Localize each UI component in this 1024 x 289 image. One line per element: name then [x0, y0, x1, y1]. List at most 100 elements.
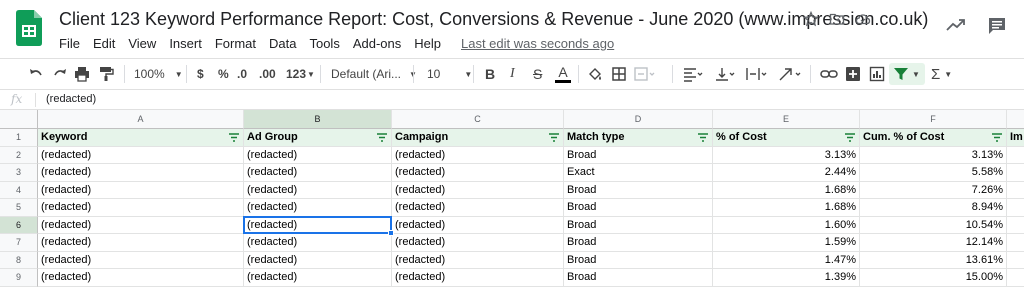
cell-pct-of-cost[interactable]: 1.39% — [713, 269, 860, 287]
cell-ad-group[interactable]: (redacted) — [244, 146, 392, 164]
column-header-a[interactable]: A — [38, 110, 244, 129]
text-rotation-icon[interactable] — [778, 66, 804, 82]
cell-ad-group[interactable]: (redacted) — [244, 164, 392, 182]
activity-trend-icon[interactable] — [946, 18, 966, 32]
functions-button[interactable]: Σ ▼ — [931, 66, 952, 83]
filter-button[interactable]: ▼ — [889, 63, 925, 85]
menu-view[interactable]: View — [128, 36, 162, 51]
column-header-d[interactable]: D — [564, 110, 713, 129]
filter-icon[interactable] — [698, 133, 708, 142]
row-header[interactable]: 6 — [0, 216, 38, 234]
cell-pct-of-cost[interactable]: 1.59% — [713, 234, 860, 252]
cell-match-type[interactable]: Broad — [564, 199, 713, 217]
cell-keyword[interactable]: (redacted) — [38, 146, 244, 164]
filter-icon[interactable] — [992, 133, 1002, 142]
borders-icon[interactable] — [611, 66, 627, 82]
cell-match-type[interactable]: Broad — [564, 251, 713, 269]
paint-format-icon[interactable] — [98, 66, 114, 82]
move-to-folder-icon[interactable] — [829, 11, 845, 27]
filter-icon[interactable] — [377, 133, 387, 142]
currency-format-button[interactable]: $ — [197, 66, 204, 82]
star-icon[interactable] — [803, 11, 819, 27]
row-header[interactable]: 5 — [0, 199, 38, 217]
cell-keyword[interactable]: (redacted) — [38, 199, 244, 217]
italic-button[interactable]: I — [510, 66, 515, 82]
cell-ad-group[interactable]: (redacted) — [244, 216, 392, 234]
cell-keyword[interactable]: (redacted) — [38, 164, 244, 182]
sheets-logo-icon[interactable] — [16, 10, 42, 46]
column-header-e[interactable]: E — [713, 110, 860, 129]
filter-icon[interactable] — [549, 133, 559, 142]
font-family-select[interactable]: Default (Ari...▼ — [331, 66, 417, 82]
increase-decimal-button[interactable]: .00 — [259, 66, 276, 82]
cell-campaign[interactable]: (redacted) — [392, 251, 564, 269]
text-color-button[interactable]: A — [555, 64, 571, 84]
font-size-select[interactable]: 10 ▼ — [427, 66, 472, 82]
menu-add-ons[interactable]: Add-ons — [353, 36, 407, 51]
header-cell-match-type[interactable]: Match type — [564, 129, 713, 147]
filter-icon[interactable] — [845, 133, 855, 142]
insert-chart-icon[interactable] — [869, 66, 885, 82]
cell-match-type[interactable]: Broad — [564, 181, 713, 199]
cell-overflow[interactable] — [1007, 182, 1024, 199]
cell-pct-of-cost[interactable]: 1.68% — [713, 181, 860, 199]
cell-overflow[interactable] — [1007, 147, 1024, 164]
cell-overflow[interactable] — [1007, 234, 1024, 252]
cell-cum-pct-of-cost[interactable]: 10.54% — [860, 216, 1007, 234]
cell-cum-pct-of-cost[interactable]: 13.61% — [860, 251, 1007, 269]
column-header-b[interactable]: B — [244, 110, 392, 129]
cell-campaign[interactable]: (redacted) — [392, 146, 564, 164]
cell-cum-pct-of-cost[interactable]: 7.26% — [860, 181, 1007, 199]
cell-cum-pct-of-cost[interactable]: 12.14% — [860, 234, 1007, 252]
cell-overflow[interactable] — [1007, 164, 1024, 182]
cell-pct-of-cost[interactable]: 1.68% — [713, 199, 860, 217]
cloud-saved-icon[interactable] — [855, 11, 871, 27]
cell-ad-group[interactable]: (redacted) — [244, 251, 392, 269]
cell-pct-of-cost[interactable]: 1.47% — [713, 251, 860, 269]
menu-help[interactable]: Help — [414, 36, 447, 51]
menu-tools[interactable]: Tools — [309, 36, 345, 51]
cell-cum-pct-of-cost[interactable]: 15.00% — [860, 269, 1007, 287]
row-header[interactable]: 1 — [0, 129, 38, 147]
cell-campaign[interactable]: (redacted) — [392, 269, 564, 287]
cell-keyword[interactable]: (redacted) — [38, 234, 244, 252]
row-header[interactable]: 9 — [0, 269, 38, 287]
cell-overflow[interactable] — [1007, 217, 1024, 234]
menu-data[interactable]: Data — [269, 36, 302, 51]
decrease-decimal-button[interactable]: .0 — [237, 66, 247, 82]
cell-campaign[interactable]: (redacted) — [392, 181, 564, 199]
cell-cum-pct-of-cost[interactable]: 3.13% — [860, 146, 1007, 164]
row-header[interactable]: 8 — [0, 251, 38, 269]
header-cell-pct-of-cost[interactable]: % of Cost — [713, 129, 860, 147]
column-header-g[interactable] — [1007, 110, 1024, 129]
header-cell-keyword[interactable]: Keyword — [38, 129, 244, 147]
menu-edit[interactable]: Edit — [93, 36, 121, 51]
column-header-c[interactable]: C — [392, 110, 564, 129]
cell-keyword[interactable]: (redacted) — [38, 269, 244, 287]
cell-pct-of-cost[interactable]: 1.60% — [713, 216, 860, 234]
cell-campaign[interactable]: (redacted) — [392, 164, 564, 182]
cell-match-type[interactable]: Broad — [564, 269, 713, 287]
cell-ad-group[interactable]: (redacted) — [244, 269, 392, 287]
cell-pct-of-cost[interactable]: 2.44% — [713, 164, 860, 182]
cell-match-type[interactable]: Broad — [564, 216, 713, 234]
row-header[interactable]: 3 — [0, 164, 38, 182]
merge-cells-icon[interactable] — [634, 66, 656, 82]
cell-cum-pct-of-cost[interactable]: 8.94% — [860, 199, 1007, 217]
horizontal-align-icon[interactable] — [683, 66, 705, 82]
insert-comment-icon[interactable] — [845, 66, 861, 82]
header-cell-cum-pct-of-cost[interactable]: Cum. % of Cost — [860, 129, 1007, 147]
column-header-f[interactable]: F — [860, 110, 1007, 129]
fill-color-icon[interactable] — [587, 66, 603, 82]
header-cell-ad-group[interactable]: Ad Group — [244, 129, 392, 147]
cell-campaign[interactable]: (redacted) — [392, 199, 564, 217]
formula-input[interactable]: (redacted) — [46, 93, 96, 105]
cell-campaign[interactable]: (redacted) — [392, 234, 564, 252]
cell-keyword[interactable]: (redacted) — [38, 216, 244, 234]
undo-icon[interactable] — [28, 66, 44, 82]
fill-handle[interactable] — [388, 230, 394, 236]
cell-cum-pct-of-cost[interactable]: 5.58% — [860, 164, 1007, 182]
header-cell-overflow[interactable]: Im — [1007, 129, 1024, 147]
cell-keyword[interactable]: (redacted) — [38, 181, 244, 199]
cell-match-type[interactable]: Broad — [564, 146, 713, 164]
